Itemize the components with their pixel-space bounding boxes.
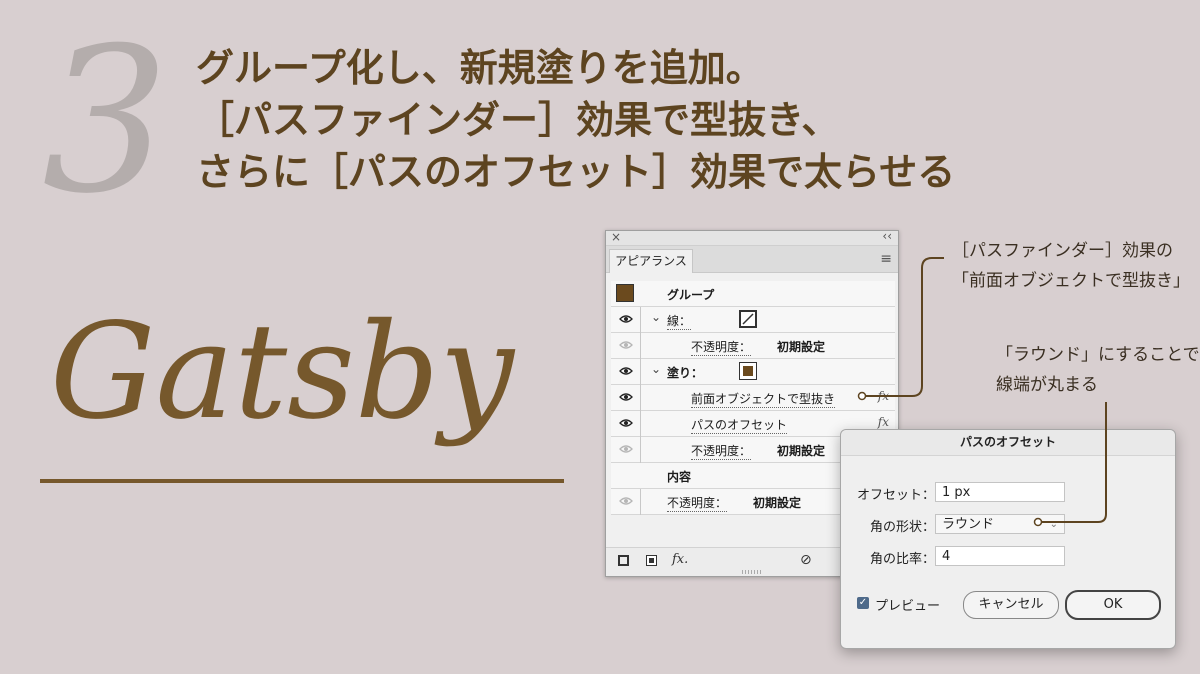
annotation-round: 「ラウンド」にすることで、 線端が丸まる [996,340,1200,400]
annotation-round-line-1: 「ラウンド」にすることで、 [996,345,1200,365]
annotation-knockout-line-1: ［パスファインダー］効果の [952,241,1173,261]
annotation-knockout-line-2: 「前面オブジェクトで型抜き」 [952,271,1190,291]
annotation-knockout: ［パスファインダー］効果の 「前面オブジェクトで型抜き」 [952,236,1190,296]
annotation-round-line-2: 線端が丸まる [996,375,1098,395]
annotation-leaders [857,257,1107,527]
